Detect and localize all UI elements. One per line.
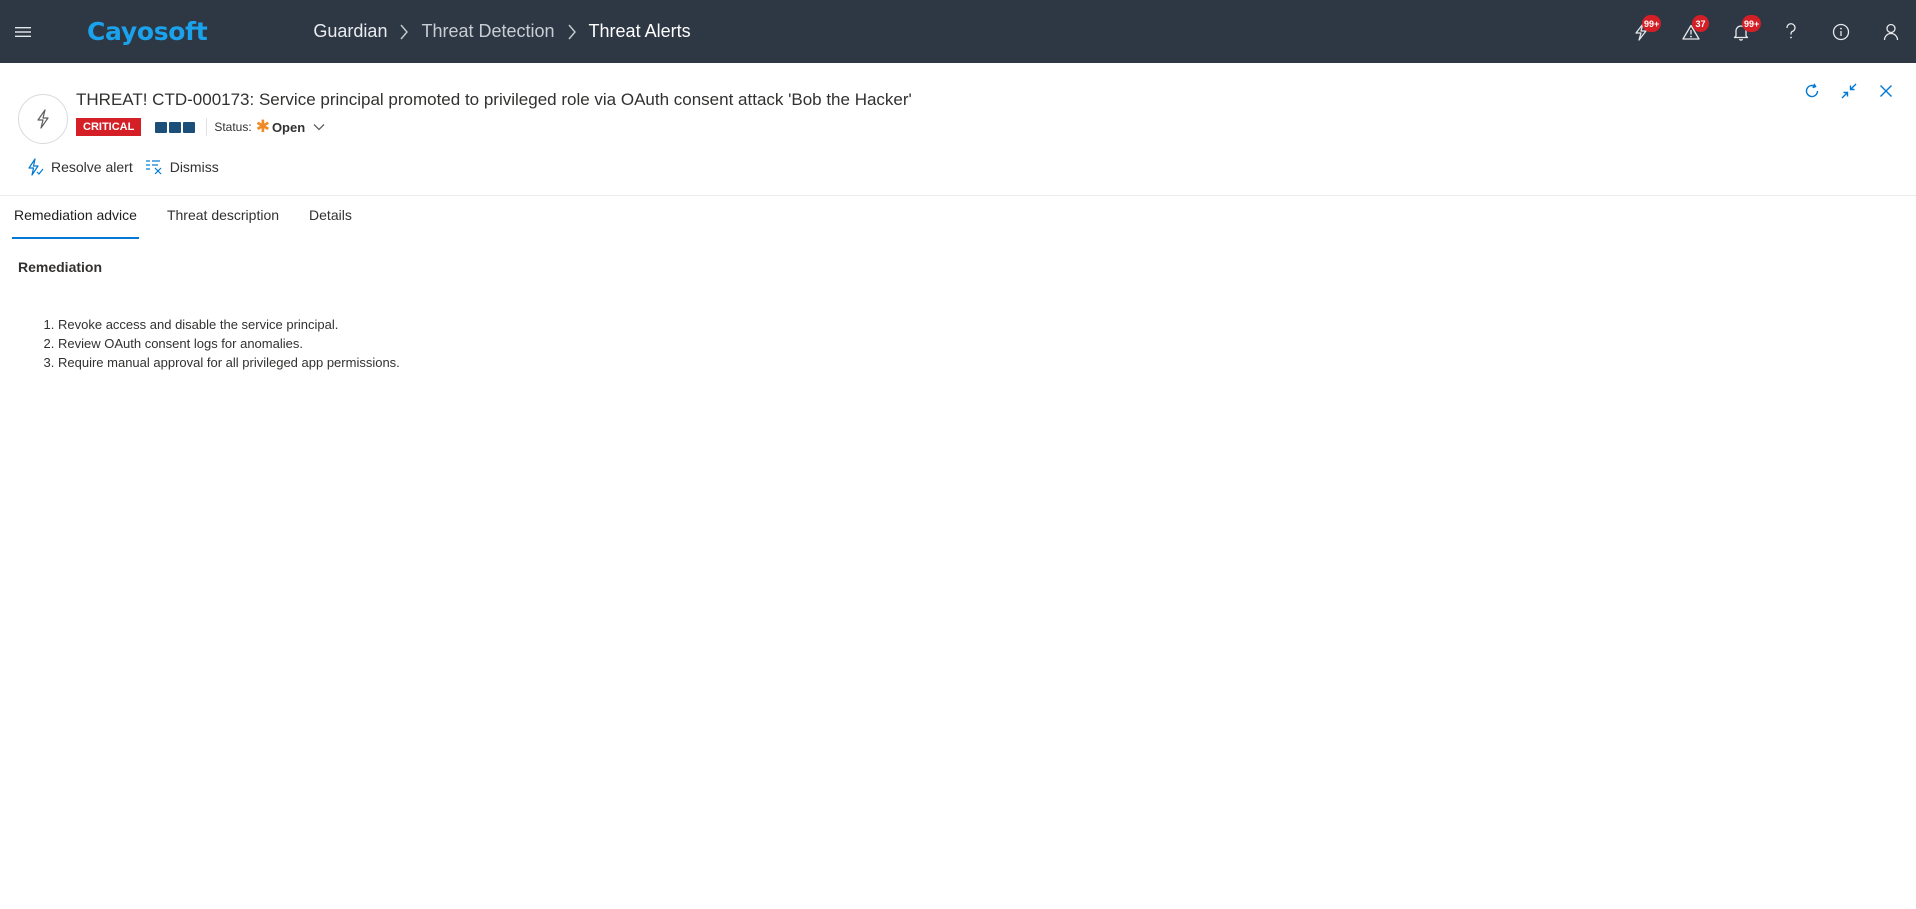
remediation-heading: Remediation — [18, 259, 103, 275]
severity-level-indicator — [155, 121, 197, 133]
dismiss-label: Dismiss — [169, 159, 219, 175]
remediation-steps-list: Revoke access and disable the service pr… — [0, 275, 1916, 372]
breadcrumb-item-threat-alerts: Threat Alerts — [588, 21, 691, 41]
notifications-bell-icon[interactable]: 99+ — [1716, 0, 1766, 63]
resolve-icon — [28, 158, 44, 176]
tab-details[interactable]: Details — [309, 196, 352, 239]
refresh-icon[interactable] — [1793, 78, 1830, 104]
brand-logo[interactable]: Cayosoft — [87, 17, 208, 46]
tab-bar: Remediation advice Threat description De… — [0, 196, 1916, 239]
alert-title: THREAT! CTD-000173: Service principal pr… — [76, 90, 912, 109]
severity-block — [169, 121, 182, 133]
list-item: Review OAuth consent logs for anomalies. — [58, 334, 1916, 353]
alert-header: THREAT! CTD-000173: Service principal pr… — [0, 63, 1916, 144]
severity-badge: CRITICAL — [76, 118, 142, 136]
close-icon[interactable] — [1867, 78, 1904, 104]
resolve-alert-button[interactable]: Resolve alert — [26, 158, 133, 176]
list-item: Revoke access and disable the service pr… — [58, 315, 1916, 334]
notification-count-badge: 99+ — [1642, 15, 1662, 32]
panel-window-controls — [1793, 78, 1904, 104]
alert-title-block: THREAT! CTD-000173: Service principal pr… — [76, 90, 912, 144]
top-navigation-bar: Cayosoft Guardian Threat Detection Threa… — [0, 0, 1916, 63]
breadcrumb-item-threat-detection[interactable]: Threat Detection — [421, 21, 554, 42]
status-open-icon: ✱ — [255, 117, 270, 136]
status-value[interactable]: Open — [272, 120, 305, 135]
alert-detail-panel: THREAT! CTD-000173: Service principal pr… — [0, 63, 1916, 372]
help-icon[interactable] — [1766, 0, 1816, 63]
threat-lightning-icon — [18, 94, 68, 144]
warning-icon[interactable]: 37 — [1666, 0, 1716, 63]
threat-detection-icon[interactable]: 99+ — [1616, 0, 1666, 63]
dismiss-button[interactable]: Dismiss — [145, 159, 219, 175]
hamburger-menu-icon[interactable] — [0, 0, 46, 63]
severity-block — [183, 121, 196, 133]
alert-meta-row: CRITICAL Status: ✱ Open — [76, 118, 912, 136]
chevron-right-icon — [567, 24, 577, 40]
notification-count-badge: 99+ — [1742, 15, 1762, 32]
meta-divider — [206, 118, 208, 136]
resolve-alert-label: Resolve alert — [51, 159, 133, 175]
top-toolbar-icons: 99+ 37 99+ — [1616, 0, 1916, 63]
breadcrumb-item-guardian[interactable]: Guardian — [313, 21, 387, 42]
breadcrumb: Guardian Threat Detection Threat Alerts — [313, 21, 690, 42]
list-item: Require manual approval for all privileg… — [58, 353, 1916, 372]
chevron-down-icon[interactable] — [313, 123, 325, 131]
user-icon[interactable] — [1866, 0, 1916, 63]
info-icon[interactable] — [1816, 0, 1866, 63]
tab-remediation-advice[interactable]: Remediation advice — [12, 196, 139, 239]
action-bar: Resolve alert Dismiss — [0, 144, 1916, 180]
collapse-icon[interactable] — [1830, 78, 1867, 104]
status-label: Status: — [214, 120, 252, 134]
chevron-right-icon — [399, 24, 409, 40]
severity-block — [155, 121, 168, 133]
notification-count-badge: 37 — [1692, 15, 1709, 32]
tab-threat-description[interactable]: Threat description — [167, 196, 279, 239]
dismiss-icon — [145, 160, 162, 175]
